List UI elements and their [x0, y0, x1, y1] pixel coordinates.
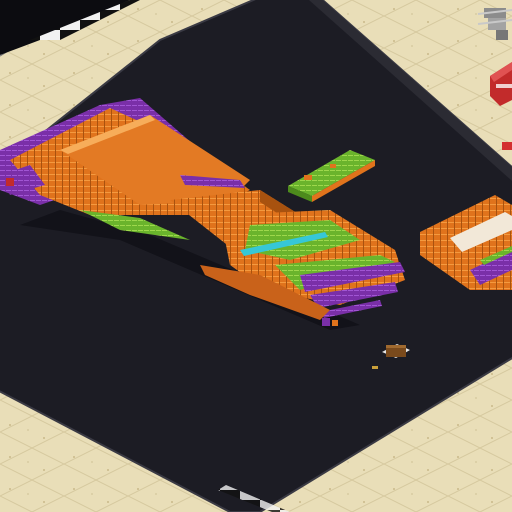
scene-canvas[interactable]: [0, 0, 512, 512]
game-viewport[interactable]: [0, 0, 512, 512]
red-marker: [502, 142, 512, 150]
